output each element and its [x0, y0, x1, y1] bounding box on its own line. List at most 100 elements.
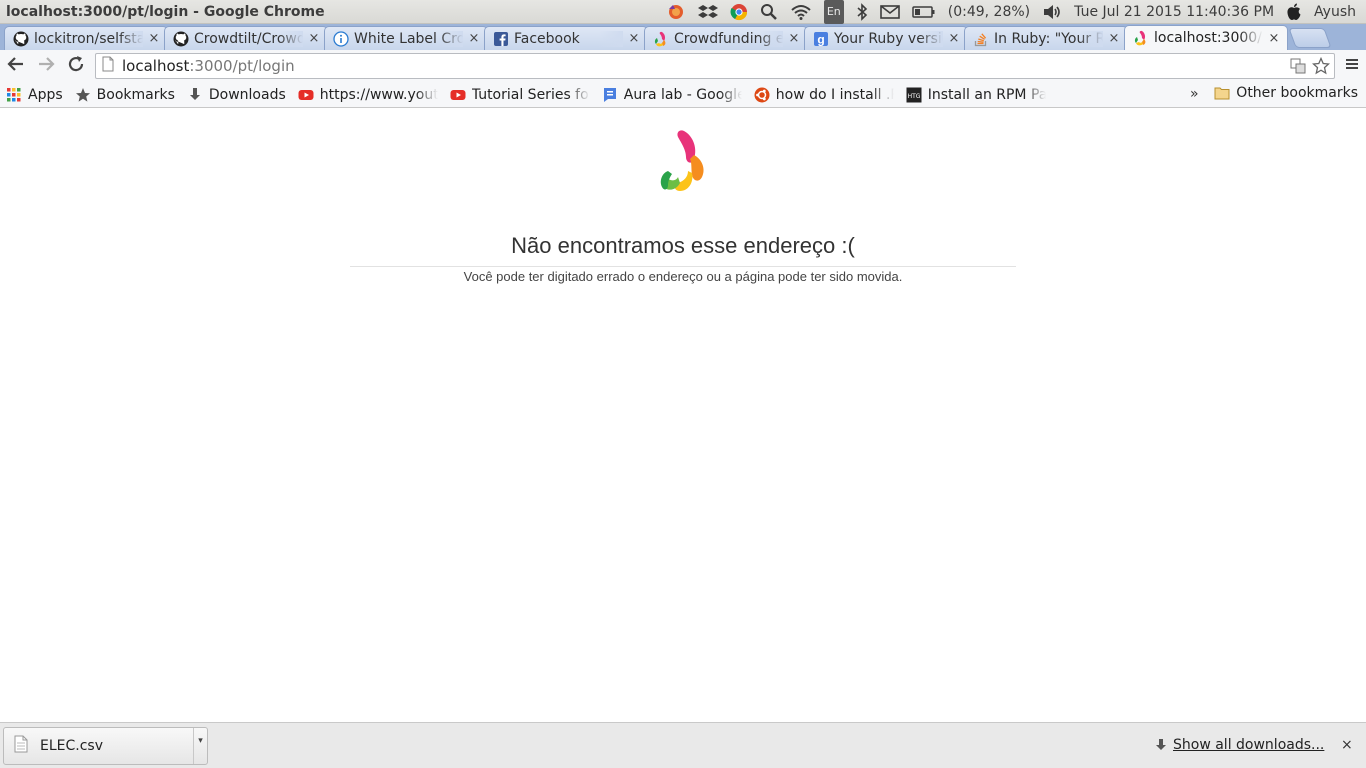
bookmark-item[interactable]: Bookmarks	[75, 87, 175, 103]
firefox-like-icon[interactable]	[666, 0, 686, 24]
bookmark-label: how do I install .RPM	[776, 86, 894, 103]
battery-icon[interactable]	[912, 0, 936, 24]
bookmark-label: Bookmarks	[96, 86, 175, 103]
google-sites-icon	[602, 87, 618, 103]
tab-close-icon[interactable]: ×	[1267, 31, 1281, 46]
download-file-name: ELEC.csv	[40, 738, 103, 754]
htg-icon: HTG	[906, 87, 922, 103]
tab[interactable]: g Your Ruby version ×	[804, 26, 968, 50]
bookmark-label: https://www.youtube.com	[319, 86, 438, 103]
tab-title: Facebook	[514, 30, 623, 47]
tab-close-icon[interactable]: ×	[147, 31, 161, 46]
chrome-icon[interactable]	[730, 0, 748, 24]
other-bookmarks[interactable]: Other bookmarks	[1214, 85, 1358, 101]
catarse-icon	[1133, 30, 1149, 46]
other-bookmarks-label: Other bookmarks	[1236, 85, 1358, 101]
folder-icon	[1214, 86, 1230, 100]
stackoverflow-icon	[973, 31, 989, 47]
bookmarks-bar: Apps Bookmarks Downloads https://www.youtub…	[0, 82, 1366, 108]
tab[interactable]: Facebook ×	[484, 26, 648, 50]
tab-close-icon[interactable]: ×	[1107, 31, 1121, 46]
error-description: Você pode ter digitado errado o endereço…	[463, 269, 903, 284]
file-icon	[14, 735, 28, 757]
keyboard-lang-icon[interactable]: En	[823, 0, 844, 24]
bookmark-item[interactable]: Downloads	[187, 87, 286, 103]
svg-text:HTG: HTG	[907, 93, 920, 100]
apple-icon[interactable]	[1286, 0, 1302, 24]
url-text[interactable]: localhost:3000/pt/login	[122, 57, 295, 75]
browser-toolbar: localhost:3000/pt/login	[0, 50, 1366, 82]
show-all-downloads-link[interactable]: Show all downloads...	[1155, 737, 1324, 753]
arrow-left-icon	[7, 56, 25, 76]
bookmark-label: Apps	[28, 86, 63, 103]
forward-button[interactable]	[32, 52, 60, 80]
tab-title: White Label Crowdfunding	[354, 30, 463, 47]
tab[interactable]: lockitron/selfstarter ×	[4, 26, 168, 50]
reload-icon	[67, 55, 85, 77]
translate-icon[interactable]	[1290, 58, 1306, 74]
tab-title: Crowdtilt/Crowdhoster	[194, 30, 303, 47]
clock[interactable]: Tue Jul 21 2015 11:40:36 PM	[1074, 0, 1274, 24]
page-content: Não encontramos esse endereço :( Você po…	[0, 109, 1366, 722]
mail-icon[interactable]	[879, 0, 900, 24]
catarse-icon	[653, 31, 669, 47]
svg-text:g: g	[817, 32, 824, 46]
tab-title: In Ruby: "Your Ruby	[994, 30, 1103, 47]
bookmarks-overflow-button[interactable]: »	[1190, 86, 1199, 102]
bookmark-item[interactable]: https://www.youtube.com	[298, 86, 438, 103]
tab-title: Crowdfunding e	[674, 30, 783, 47]
github-icon	[173, 31, 189, 47]
close-shelf-button[interactable]: ×	[1341, 737, 1353, 753]
bluetooth-icon[interactable]	[856, 0, 868, 24]
new-tab-button[interactable]	[1288, 28, 1332, 48]
wifi-icon[interactable]	[790, 0, 812, 24]
bookmark-item[interactable]: how do I install .RPM	[754, 86, 894, 103]
tab-close-icon[interactable]: ×	[627, 31, 641, 46]
download-menu-button[interactable]: ▾	[193, 728, 207, 764]
youtube-icon	[450, 87, 466, 103]
tab[interactable]: In Ruby: "Your Ruby ×	[964, 26, 1128, 50]
url-path: :3000/pt/login	[189, 57, 295, 75]
address-bar[interactable]: localhost:3000/pt/login	[95, 53, 1335, 79]
download-shelf: ELEC.csv ▾ Show all downloads... ×	[0, 722, 1366, 768]
search-icon[interactable]	[760, 0, 778, 24]
user-name[interactable]: Ayush	[1314, 0, 1356, 24]
apps-grid-icon	[6, 87, 22, 103]
tab-close-icon[interactable]: ×	[307, 31, 321, 46]
bookmark-item[interactable]: Aura lab - Google	[602, 86, 742, 103]
download-item[interactable]: ELEC.csv ▾	[3, 727, 208, 765]
tab-title: Your Ruby version	[834, 30, 943, 47]
bookmark-star-icon[interactable]	[1312, 57, 1330, 75]
tab-close-icon[interactable]: ×	[467, 31, 481, 46]
bookmark-label: Install an RPM Package	[927, 86, 1046, 103]
hamburger-icon	[1344, 57, 1360, 76]
tab[interactable]: Crowdtilt/Crowdhoster ×	[164, 26, 328, 50]
battery-status: (0:49, 28%)	[947, 3, 1031, 20]
system-top-bar: localhost:3000/pt/login - Google Chrome …	[0, 0, 1366, 24]
bookmark-label: Aura lab - Google	[623, 86, 742, 103]
heading-divider	[350, 266, 1016, 267]
bookmark-item[interactable]: Tutorial Series for	[450, 86, 590, 103]
volume-icon[interactable]	[1042, 0, 1062, 24]
chrome-menu-button[interactable]	[1344, 56, 1360, 76]
reload-button[interactable]	[62, 52, 90, 80]
tab-title: lockitron/selfstarter	[34, 30, 143, 47]
tab[interactable]: White Label Crowdfunding ×	[324, 26, 488, 50]
dropbox-icon[interactable]	[697, 0, 718, 24]
bookmark-item[interactable]: Apps	[6, 87, 63, 103]
tab[interactable]: Crowdfunding e ×	[644, 26, 808, 50]
catarse-logo	[658, 129, 708, 197]
tab-close-icon[interactable]: ×	[947, 31, 961, 46]
system-indicators: En (0:49, 28%) Tue Jul 21 2015 11:40:36 …	[660, 0, 1366, 24]
back-button[interactable]	[2, 52, 30, 80]
window-title: localhost:3000/pt/login - Google Chrome	[6, 3, 325, 20]
bookmark-item[interactable]: HTG Install an RPM Package	[906, 86, 1046, 103]
download-icon	[187, 87, 203, 103]
facebook-icon	[493, 31, 509, 47]
tab-active[interactable]: localhost:3000/pt/login ×	[1124, 25, 1288, 50]
page-icon	[102, 56, 114, 76]
info-icon	[333, 30, 349, 47]
bookmark-label: Downloads	[208, 86, 286, 103]
tab-close-icon[interactable]: ×	[787, 31, 801, 46]
bookmark-label: Tutorial Series for	[471, 86, 590, 103]
